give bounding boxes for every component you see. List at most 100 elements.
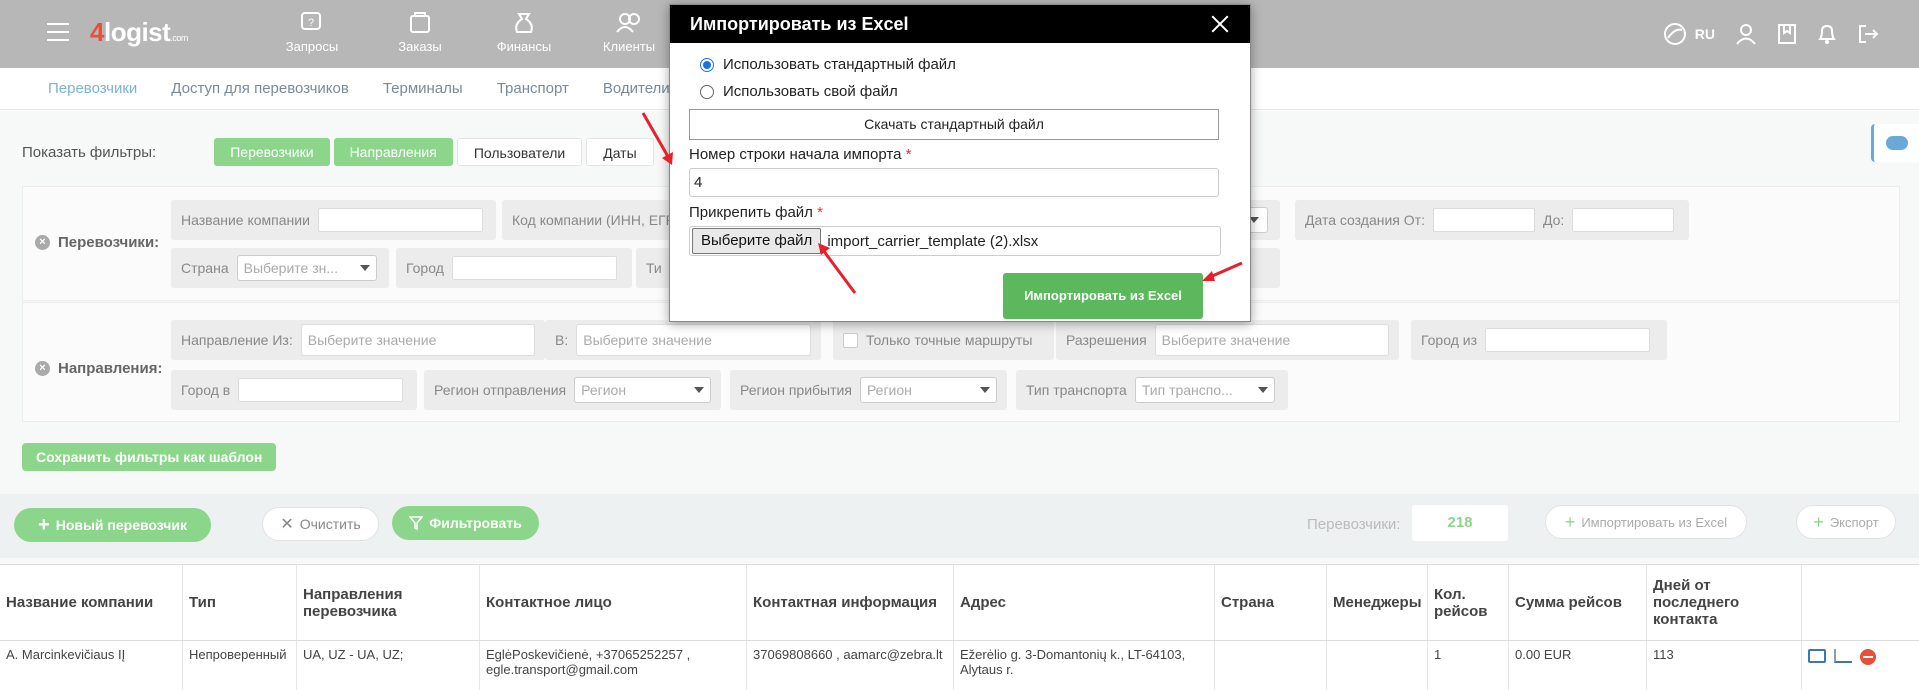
col-contact-info[interactable]: Контактная информация: [747, 565, 954, 640]
cell-trips-sum: 0.00 EUR: [1509, 641, 1647, 690]
direction-from-select[interactable]: Выберите значение: [300, 324, 535, 356]
direction-to-select[interactable]: Выберите значение: [576, 324, 811, 356]
col-directions[interactable]: Направления перевозчика: [297, 565, 480, 640]
plus-icon: +: [38, 513, 50, 536]
transport-type-select[interactable]: Тип транспо...: [1134, 377, 1275, 403]
subnav-terminals[interactable]: Терминалы: [383, 80, 463, 97]
subnav-drivers[interactable]: Водители: [603, 80, 670, 97]
globe-icon[interactable]: [1663, 22, 1687, 46]
subnav-carrier-access[interactable]: Доступ для перевозчиков: [171, 80, 349, 97]
filter-tab-users[interactable]: Пользователи: [456, 138, 583, 166]
radio-standard-file[interactable]: Использовать стандартный файл: [700, 56, 956, 73]
language-selector[interactable]: RU: [1695, 26, 1715, 42]
export-button[interactable]: + Экспорт: [1796, 505, 1896, 539]
finance-icon: [515, 13, 533, 33]
remove-filter-icon[interactable]: ×: [35, 235, 50, 250]
filter-icon: [409, 516, 424, 530]
city-to-input[interactable]: [238, 378, 404, 402]
cell-directions: UA, UZ - UA, UZ;: [297, 641, 480, 690]
import-excel-button[interactable]: + Импортировать из Excel: [1545, 505, 1747, 539]
company-name-input[interactable]: [317, 208, 483, 232]
col-trips-count[interactable]: Кол. рейсов: [1428, 565, 1509, 640]
svg-text:?: ?: [308, 17, 314, 29]
nav-orders[interactable]: Заказы: [380, 10, 460, 54]
logout-icon[interactable]: [1857, 23, 1879, 45]
company-name-filter: Название компании: [171, 200, 496, 240]
city-filter: Город: [396, 248, 632, 288]
permissions-select[interactable]: Выберите значение: [1154, 324, 1389, 356]
exact-routes-checkbox[interactable]: [843, 332, 858, 348]
view-icon[interactable]: [1808, 649, 1826, 663]
cell-contact-person: EglėPoskevičienė, +37065252257 , egle.tr…: [480, 641, 747, 690]
country-select[interactable]: Выберите зн...: [236, 255, 377, 281]
city-from-input[interactable]: [1485, 328, 1650, 352]
assistant-bot-button[interactable]: [1871, 124, 1919, 162]
region-departure-select[interactable]: Регион: [574, 377, 711, 403]
bell-icon[interactable]: [1817, 23, 1837, 45]
table-row[interactable]: A. Marcinkevičiaus IĮ Непроверенный UA, …: [0, 641, 1919, 690]
delete-icon[interactable]: [1860, 649, 1876, 665]
carriers-count-label: Перевозчики:: [1307, 516, 1401, 533]
annotation-arrow-file: [818, 243, 857, 294]
clients-icon: [616, 13, 640, 33]
filter-button[interactable]: Фильтровать: [392, 506, 539, 540]
close-icon[interactable]: [1208, 12, 1232, 36]
orders-icon: [410, 12, 430, 33]
col-company-name[interactable]: Название компании: [0, 565, 183, 640]
cell-type: Непроверенный: [183, 641, 297, 690]
col-managers[interactable]: Менеджеры: [1327, 565, 1428, 640]
created-from-input[interactable]: [1432, 208, 1535, 232]
col-trips-sum[interactable]: Сумма рейсов: [1509, 565, 1647, 640]
import-from-excel-button[interactable]: Импортировать из Excel: [1003, 273, 1203, 319]
import-row-input[interactable]: 4: [689, 168, 1219, 197]
cell-country: [1215, 641, 1327, 690]
radio-custom-input[interactable]: [700, 84, 714, 99]
radio-standard-input[interactable]: [700, 57, 714, 72]
table-header: Название компании Тип Направления перево…: [0, 565, 1919, 641]
menu-icon[interactable]: [47, 23, 69, 41]
carriers-filter-title: × Перевозчики:: [35, 234, 159, 251]
clear-button[interactable]: ✕ Очистить: [262, 507, 379, 541]
nav-requests[interactable]: ? Запросы: [272, 10, 352, 54]
download-standard-file-button[interactable]: Скачать стандартный файл: [689, 109, 1219, 140]
new-carrier-button[interactable]: + Новый перевозчик: [14, 508, 211, 542]
remove-filter-icon[interactable]: ×: [35, 361, 50, 376]
subnav-transport[interactable]: Транспорт: [497, 80, 569, 97]
col-contact-person[interactable]: Контактное лицо: [480, 565, 747, 640]
created-date-filter: Дата создания От: До:: [1295, 200, 1689, 240]
transport-type-filter: Тип транспорта Тип транспо...: [1016, 370, 1288, 410]
region-arrival-select[interactable]: Регион: [859, 377, 997, 403]
save-filters-template-button[interactable]: Сохранить фильтры как шаблон: [22, 443, 277, 471]
user-icon[interactable]: [1735, 23, 1757, 45]
col-actions: [1802, 565, 1919, 640]
subnav-carriers[interactable]: Перевозчики: [48, 80, 137, 97]
created-to-input[interactable]: [1572, 208, 1675, 232]
directions-filter-title: × Направления:: [35, 360, 162, 377]
edit-icon[interactable]: [1834, 649, 1852, 663]
logo[interactable]: 4logist.com: [90, 17, 188, 48]
cell-actions: [1802, 641, 1919, 690]
city-input[interactable]: [451, 256, 617, 280]
country-filter: Страна Выберите зн...: [171, 248, 389, 288]
choose-file-button[interactable]: Выберите файл: [692, 228, 822, 254]
import-row-label: Номер строки начала импорта *: [689, 146, 912, 163]
filter-tab-carriers[interactable]: Перевозчики: [214, 138, 330, 166]
nav-clients[interactable]: Клиенты: [589, 10, 669, 54]
nav-finance[interactable]: Финансы: [484, 10, 564, 54]
col-type[interactable]: Тип: [183, 565, 297, 640]
book-icon[interactable]: [1777, 23, 1797, 45]
col-country[interactable]: Страна: [1215, 565, 1327, 640]
robot-icon: [1886, 136, 1908, 150]
radio-standard-label: Использовать стандартный файл: [723, 56, 956, 73]
cell-company-name[interactable]: A. Marcinkevičiaus IĮ: [0, 641, 183, 690]
col-days-since-contact[interactable]: Дней от последнего контакта: [1647, 565, 1802, 640]
region-arrival-filter: Регион прибытия Регион: [730, 370, 1007, 410]
filter-tab-directions[interactable]: Направления: [333, 138, 453, 166]
permissions-filter: Разрешения Выберите значение: [1056, 320, 1399, 360]
annotation-arrow-import: [1202, 261, 1243, 281]
col-address[interactable]: Адрес: [954, 565, 1215, 640]
city-to-filter: Город в: [171, 370, 417, 410]
carriers-count: 218: [1412, 505, 1508, 541]
cell-trips-count: 1: [1428, 641, 1509, 690]
radio-custom-file[interactable]: Использовать свой файл: [700, 83, 898, 100]
